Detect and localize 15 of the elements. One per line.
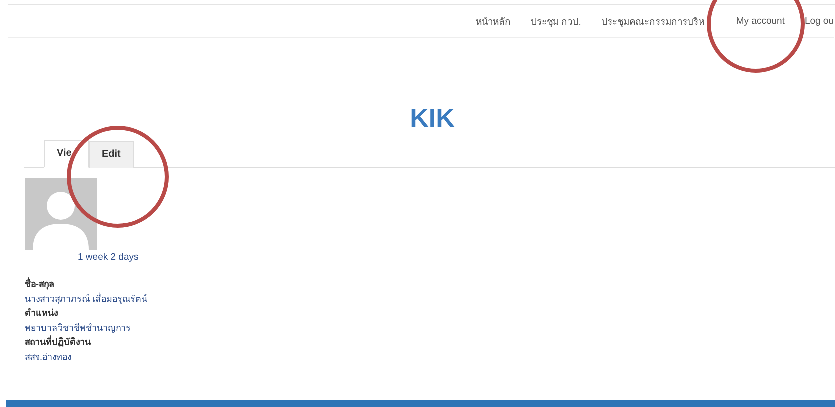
field-value: นางสาวสุภาภรณ์ เลื่อมอรุณรัตน์ <box>25 292 149 306</box>
nav-link[interactable]: My account <box>736 16 785 26</box>
field-label: สถานที่ปฏิบัติงาน <box>25 335 92 349</box>
tab[interactable]: Edit <box>89 141 134 168</box>
avatar-icon <box>25 178 97 250</box>
field-label: ตำแหน่ง <box>25 307 59 320</box>
nav-link[interactable]: Log ou <box>804 16 834 26</box>
field-value: สสจ.อ่างทอง <box>25 350 73 364</box>
page-title: KIK <box>409 102 456 135</box>
nav-link[interactable]: ประชุม กวป. <box>531 14 582 28</box>
nav-link[interactable]: ประชุมคณะกรรมการบริห <box>601 14 704 28</box>
field-label: ชื่อ-สกุล <box>25 277 56 292</box>
nav-link[interactable]: หน้าหลัก <box>476 14 512 28</box>
field-value: พยาบาลวิชาชีพชำนาญการ <box>25 322 132 335</box>
member-duration: 1 week 2 days <box>78 252 140 263</box>
